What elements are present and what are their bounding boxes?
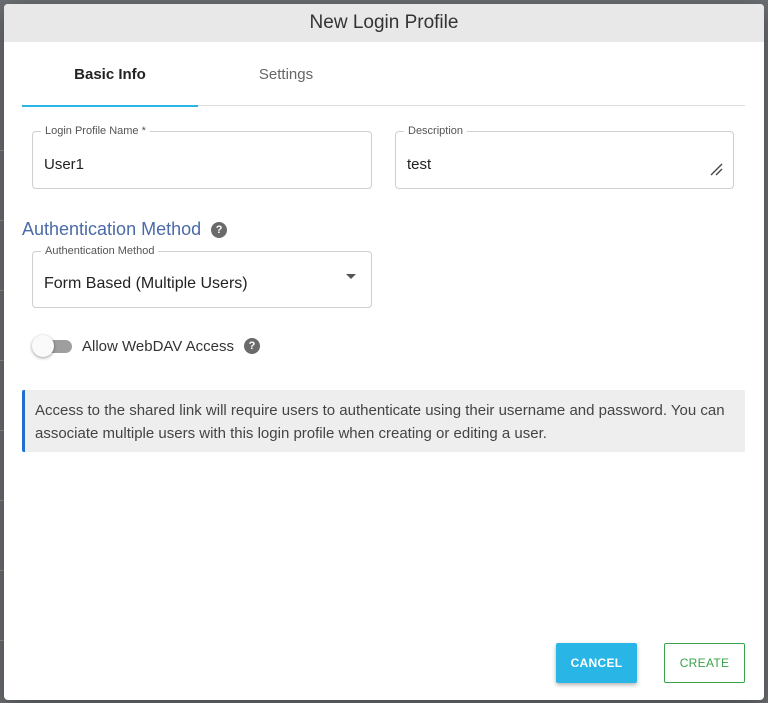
dialog-title: New Login Profile	[309, 12, 459, 33]
webdav-toggle[interactable]	[32, 335, 72, 357]
info-text: Access to the shared link will require u…	[35, 402, 725, 442]
login-profile-dialog: New Login Profile Basic Info Settings Lo…	[4, 4, 764, 700]
help-icon[interactable]: ?	[244, 338, 260, 354]
description-label: Description	[404, 125, 468, 137]
description-value: test	[407, 156, 432, 173]
auth-heading-text: Authentication Method	[22, 219, 202, 239]
caret-down-icon	[346, 274, 356, 279]
auth-method-select[interactable]: Authentication Method Form Based (Multip…	[32, 245, 372, 308]
tab-bar: Basic Info Settings	[22, 42, 745, 107]
tab-basic-info[interactable]: Basic Info	[22, 42, 198, 107]
webdav-label: Allow WebDAV Access	[82, 337, 234, 355]
auth-method-value: Form Based (Multiple Users)	[44, 275, 248, 292]
profile-name-value: User1	[44, 156, 85, 173]
description-field[interactable]: Description test	[395, 125, 734, 189]
tab-settings[interactable]: Settings	[198, 42, 374, 106]
help-icon[interactable]: ?	[211, 221, 228, 238]
profile-name-field[interactable]: Login Profile Name * User1	[32, 125, 372, 189]
toggle-thumb	[32, 335, 54, 357]
profile-name-label: Login Profile Name *	[41, 125, 150, 137]
create-button[interactable]: CREATE	[664, 643, 745, 683]
auth-section-heading: Authentication Method ?	[22, 219, 228, 240]
webdav-toggle-row: Allow WebDAV Access ?	[32, 335, 260, 357]
resize-handle-icon[interactable]	[709, 162, 723, 176]
dialog-header: New Login Profile	[4, 4, 764, 42]
cancel-button[interactable]: CANCEL	[556, 643, 637, 683]
auth-method-label: Authentication Method	[41, 245, 159, 257]
info-callout: Access to the shared link will require u…	[22, 390, 745, 452]
